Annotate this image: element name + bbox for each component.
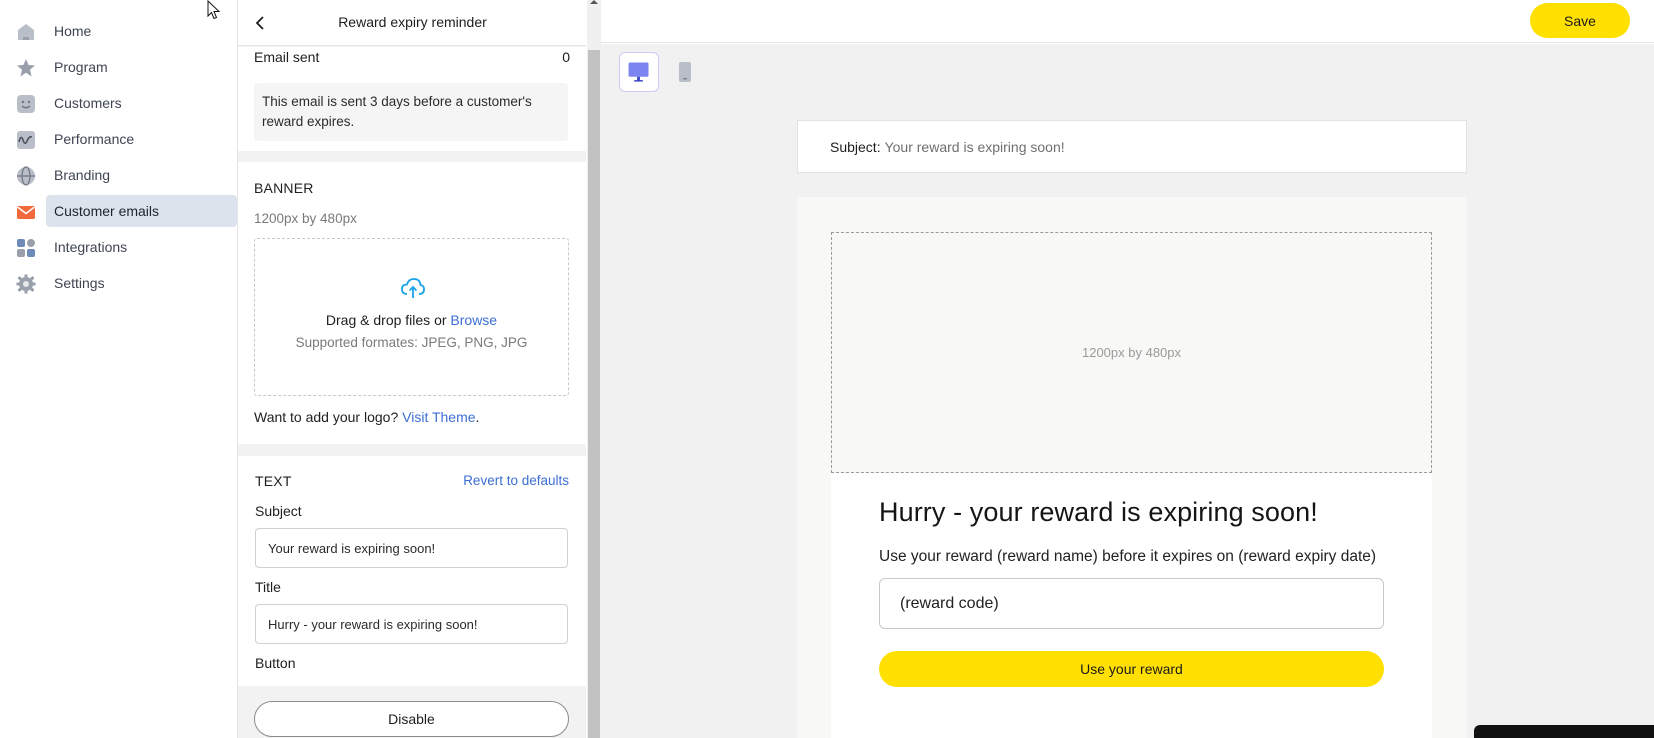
text-section: TEXT Revert to defaults Subject Title Bu… bbox=[238, 456, 586, 686]
email-preview-area: Subject: Your reward is expiring soon! 1… bbox=[601, 44, 1654, 738]
corner-widget[interactable] bbox=[1474, 725, 1654, 738]
cloud-upload-icon bbox=[401, 278, 425, 298]
apps-grid-icon bbox=[17, 239, 35, 257]
envelope-icon bbox=[17, 206, 35, 219]
sidebar-item-branding[interactable]: Branding bbox=[0, 159, 237, 191]
sidebar-nav: Home Program Customers Performance Brand… bbox=[0, 0, 237, 738]
text-heading: TEXT bbox=[255, 473, 292, 489]
supported-formats: Supported formates: JPEG, PNG, JPG bbox=[295, 335, 528, 350]
sidebar-item-label: Performance bbox=[54, 131, 135, 147]
sidebar-item-customers[interactable]: Customers bbox=[0, 87, 237, 119]
scroll-up-arrow-icon[interactable] bbox=[590, 0, 598, 4]
save-button[interactable]: Save bbox=[1530, 3, 1630, 38]
sidebar-item-label: Home bbox=[54, 23, 92, 39]
email-preview-card: 1200px by 480px Hurry - your reward is e… bbox=[797, 197, 1467, 738]
browse-link[interactable]: Browse bbox=[450, 312, 497, 328]
email-sent-card: Email sent 0 This email is sent 3 days b… bbox=[238, 47, 586, 151]
gear-icon bbox=[16, 274, 36, 294]
banner-placeholder: 1200px by 480px bbox=[831, 232, 1432, 473]
title-input[interactable] bbox=[255, 604, 568, 644]
panel-scrollbar[interactable] bbox=[587, 0, 601, 738]
preview-subject-bar: Subject: Your reward is expiring soon! bbox=[797, 120, 1467, 173]
email-sent-label: Email sent bbox=[254, 49, 320, 65]
email-sent-count: 0 bbox=[562, 49, 570, 65]
sidebar-item-settings[interactable]: Settings bbox=[0, 267, 237, 299]
panel-header: Reward expiry reminder bbox=[238, 0, 586, 46]
button-label: Button bbox=[255, 655, 296, 671]
banner-size-hint: 1200px by 480px bbox=[254, 211, 357, 226]
sidebar-item-integrations[interactable]: Integrations bbox=[0, 231, 237, 263]
logo-hint-period: . bbox=[475, 409, 480, 425]
dropzone-instruction: Drag & drop files or bbox=[325, 312, 447, 328]
email-title: Hurry - your reward is expiring soon! bbox=[879, 497, 1318, 527]
desktop-view-toggle[interactable] bbox=[619, 52, 659, 92]
sidebar-item-label: Integrations bbox=[54, 239, 128, 255]
title-label: Title bbox=[255, 579, 281, 595]
disable-button[interactable]: Disable bbox=[254, 701, 569, 737]
sidebar-item-label: Customer emails bbox=[54, 203, 160, 219]
scroll-thumb[interactable] bbox=[588, 50, 600, 738]
logo-hint: Want to add your logo? Visit Theme. bbox=[254, 409, 479, 425]
smiley-icon bbox=[17, 95, 35, 113]
reward-code-box: (reward code) bbox=[879, 578, 1384, 629]
subject-input[interactable] bbox=[255, 528, 568, 568]
subject-label: Subject bbox=[255, 503, 302, 519]
sidebar-item-customer-emails[interactable]: Customer emails bbox=[0, 195, 237, 227]
wave-chart-icon bbox=[17, 131, 35, 149]
email-body: Hurry - your reward is expiring soon! Us… bbox=[831, 473, 1432, 738]
star-icon bbox=[17, 59, 35, 77]
panel-title: Reward expiry reminder bbox=[338, 14, 487, 30]
preview-subject-key: Subject: bbox=[830, 138, 881, 155]
sidebar-item-label: Program bbox=[54, 59, 108, 75]
home-icon bbox=[18, 24, 34, 40]
sidebar-item-label: Customers bbox=[54, 95, 122, 111]
preview-subject-value: Your reward is expiring soon! bbox=[884, 138, 1065, 155]
email-editor-panel: Reward expiry reminder Email sent 0 This… bbox=[237, 0, 586, 738]
dropzone-text: Drag & drop files or Browse bbox=[255, 312, 568, 328]
desktop-icon bbox=[628, 62, 649, 82]
revert-defaults-link[interactable]: Revert to defaults bbox=[463, 473, 569, 488]
visit-theme-link[interactable]: Visit Theme bbox=[402, 409, 475, 425]
sidebar-item-performance[interactable]: Performance bbox=[0, 123, 237, 155]
mobile-view-toggle[interactable] bbox=[665, 52, 705, 92]
use-reward-button[interactable]: Use your reward bbox=[879, 651, 1384, 687]
banner-dropzone[interactable]: Drag & drop files or Browse Supported fo… bbox=[254, 238, 569, 396]
email-body-text: Use your reward (reward name) before it … bbox=[879, 548, 1377, 565]
mouse-cursor-icon bbox=[207, 0, 221, 20]
top-bar: Save bbox=[601, 0, 1654, 43]
logo-question: Want to add your logo? bbox=[254, 409, 399, 425]
banner-section: BANNER 1200px by 480px Drag & drop files… bbox=[238, 162, 586, 444]
globe-icon bbox=[17, 166, 35, 186]
sidebar-item-label: Settings bbox=[54, 275, 105, 291]
email-info-note: This email is sent 3 days before a custo… bbox=[254, 83, 568, 141]
sidebar-item-home[interactable]: Home bbox=[0, 15, 237, 47]
sidebar-item-program[interactable]: Program bbox=[0, 51, 237, 83]
sidebar-item-label: Branding bbox=[54, 167, 111, 183]
banner-heading: BANNER bbox=[254, 180, 314, 196]
mobile-icon bbox=[679, 62, 691, 82]
